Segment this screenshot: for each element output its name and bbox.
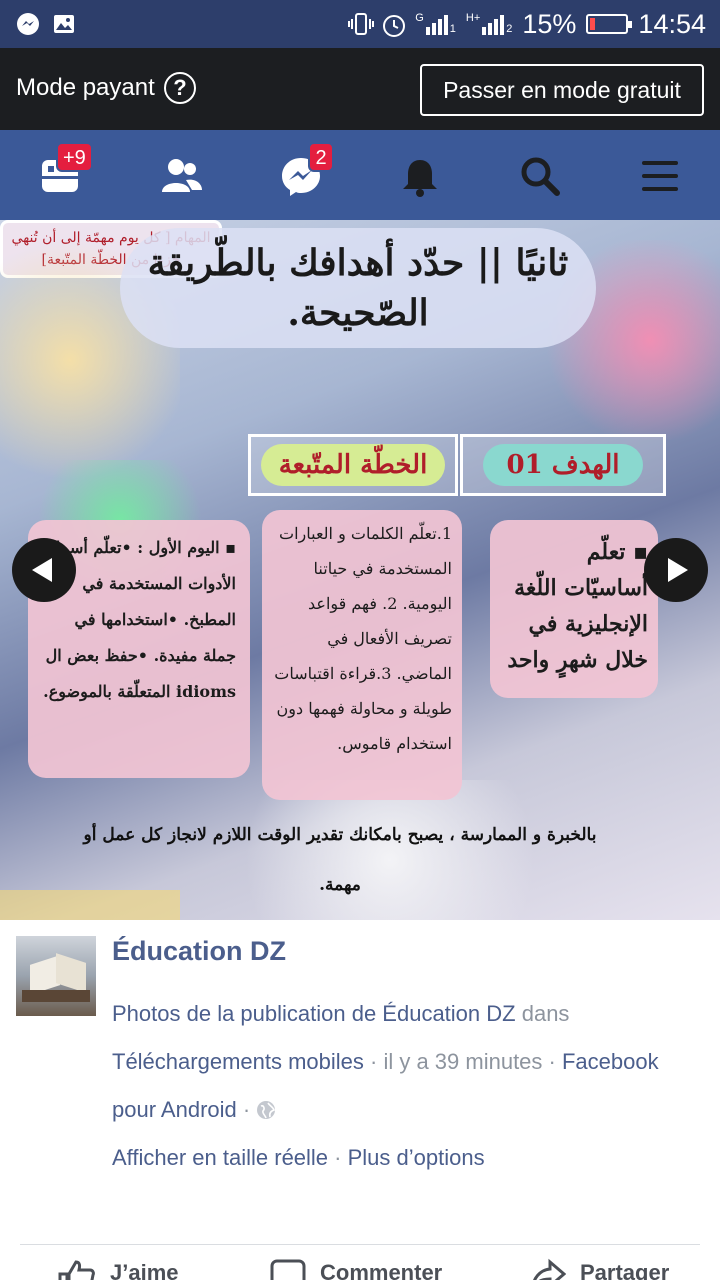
view-full-size-link[interactable]: Afficher en taille réelle: [112, 1145, 328, 1170]
plan-header: الخطّة المتّبعة: [248, 434, 458, 496]
publication-photos-link[interactable]: Photos de la publication de Éducation DZ: [112, 1001, 516, 1026]
tab-messenger[interactable]: 2: [240, 130, 360, 220]
plan-card: 1.تعلّم الكلمات و العبارات المستخدمة في …: [262, 510, 462, 800]
tab-news-feed[interactable]: +9: [0, 130, 120, 220]
tab-friends[interactable]: [120, 130, 240, 220]
help-icon[interactable]: ?: [164, 72, 196, 104]
search-icon: [521, 157, 560, 196]
friends-icon: [162, 159, 202, 192]
globe-icon: [257, 1101, 276, 1119]
album-link[interactable]: Téléchargements mobiles: [112, 1049, 364, 1074]
mode-bar: Mode payant ? Passer en mode gratuit: [0, 48, 720, 130]
status-bar: G 1 H+ 2 15% 14:54: [0, 0, 720, 48]
app-link[interactable]: Facebook: [562, 1049, 659, 1074]
messenger-icon: [16, 12, 40, 36]
comment-button[interactable]: Commenter: [270, 1259, 442, 1280]
messenger-badge: 2: [308, 142, 334, 172]
arrow-right-icon: [668, 558, 688, 582]
switch-free-mode-button[interactable]: Passer en mode gratuit: [420, 64, 704, 116]
notifications-bell-icon: [403, 160, 437, 197]
more-options-link[interactable]: Plus d’options: [348, 1145, 485, 1170]
top-navigation: +9 2: [0, 130, 720, 220]
share-icon: [533, 1258, 566, 1280]
goal-header: الهدف 01: [460, 434, 666, 496]
thumbs-up-icon: [58, 1260, 95, 1280]
image-icon: [52, 12, 76, 36]
arrow-left-icon: [32, 558, 52, 582]
tab-notifications[interactable]: [360, 130, 480, 220]
signal-icon: H+ 2: [465, 12, 513, 35]
comment-icon: [270, 1259, 306, 1280]
post-meta: Photos de la publication de Éducation DZ…: [112, 1001, 659, 1170]
battery-percent: 15%: [522, 8, 577, 39]
battery-level: [590, 18, 596, 30]
news-feed-badge: +9: [56, 142, 93, 172]
share-button[interactable]: Partager: [530, 1258, 669, 1280]
previous-photo-button[interactable]: [12, 538, 76, 602]
page-name-link[interactable]: Éducation DZ: [112, 936, 286, 967]
signal-icon: G 1: [415, 12, 456, 35]
goal-card: ▪ تعلّم أساسيّات اللّغة الإنجليزية في خل…: [490, 520, 658, 698]
like-button[interactable]: J’aime: [56, 1260, 179, 1280]
app-link-continued[interactable]: pour Android: [112, 1097, 237, 1122]
post-info: Éducation DZ Photos de la publication de…: [0, 920, 720, 1280]
alarm-icon: [381, 12, 406, 37]
photo-footer-note: بالخبرة و الممارسة ، يصبح بامكانك تقدير …: [83, 825, 597, 895]
battery-icon: [586, 14, 633, 34]
tab-search[interactable]: [480, 130, 600, 220]
page-avatar[interactable]: [16, 936, 96, 1016]
next-photo-button[interactable]: [644, 538, 708, 602]
mode-label: Mode payant: [16, 74, 155, 101]
vibrate-icon: [347, 12, 375, 36]
clock: 14:54: [638, 8, 706, 39]
photo-title: ثانيًا || حدّد أهدافك بالطّريقة الصّحيحة…: [147, 242, 569, 334]
tab-menu[interactable]: [600, 130, 720, 220]
menu-icon: [642, 161, 678, 191]
post-photo[interactable]: ثانيًا || حدّد أهدافك بالطّريقة الصّحيحة…: [0, 220, 720, 920]
divider: [20, 1244, 700, 1245]
post-actions: J’aime Commenter Partager: [0, 1250, 720, 1280]
